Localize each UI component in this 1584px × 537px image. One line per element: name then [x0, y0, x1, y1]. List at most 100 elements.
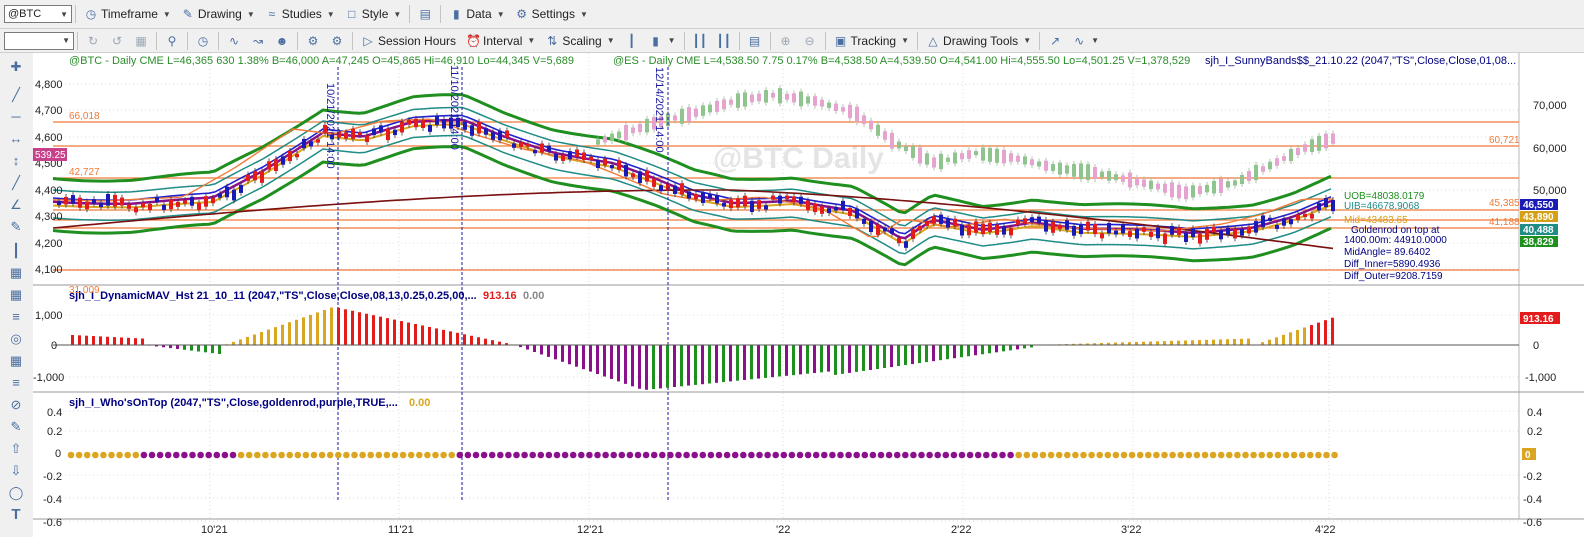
ray-tool-icon[interactable]: ─ [8, 109, 24, 125]
ohlc-icon: ┃ [627, 33, 636, 48]
symbol-input[interactable]: @BTC ▼ [4, 5, 72, 23]
line-tool-icon[interactable]: ╱ [8, 87, 24, 103]
histogram-bar [729, 345, 732, 382]
text-tool-icon[interactable]: T [8, 507, 24, 523]
separator [297, 31, 298, 50]
candle-body [715, 195, 719, 204]
candle-body [358, 132, 362, 136]
studies-menu[interactable]: ≈ Studies ▼ [260, 4, 340, 24]
wave-button[interactable]: ∿ [222, 31, 246, 51]
lines-tool-icon[interactable]: ≡ [8, 309, 24, 325]
who-dot [748, 451, 755, 459]
who-dot [181, 451, 188, 459]
candle-body [603, 158, 607, 166]
es-candle-body [827, 102, 831, 108]
chart-area[interactable]: @BTC Daily @BTC - Daily CME L=46,365 630… [33, 53, 1584, 537]
hist-title: sjh_I_DynamicMAV_Hst 21_10_11 (2047,"TS"… [69, 290, 477, 302]
layout-button[interactable]: ▤ [413, 4, 437, 24]
session-hours-button[interactable]: ▷ Session Hours [356, 31, 461, 51]
who-dot [837, 451, 844, 459]
gauge-icon: ◷ [197, 33, 209, 48]
pencil-tool-icon[interactable]: ✎ [8, 219, 24, 235]
who-dot [464, 451, 472, 459]
circle-tool-icon[interactable]: ◎ [8, 331, 24, 347]
es-candle-body [876, 124, 880, 136]
refresh-button[interactable]: ↻ [81, 31, 105, 51]
arrow-up-tool-icon[interactable]: ⇧ [8, 441, 24, 457]
zoom-button[interactable]: ⚲ [160, 31, 184, 51]
brush-tool-icon[interactable]: ✎ [8, 419, 24, 435]
grid-icon: ▦ [135, 33, 147, 48]
es-candle-body [1142, 179, 1146, 187]
es-candle-body [1282, 156, 1286, 161]
timeframe-menu[interactable]: ◷ Timeframe ▼ [79, 4, 176, 24]
grid-button[interactable]: ▦ [129, 31, 153, 51]
candle-body [1261, 215, 1265, 228]
histogram-bar [1275, 337, 1278, 345]
chevron-down-icon: ▼ [667, 36, 676, 45]
angle-tool-icon[interactable]: ∠ [8, 197, 24, 213]
right-axis-label: -1,000 [1525, 372, 1556, 384]
candle-body [1065, 220, 1069, 230]
candle-body [1212, 226, 1216, 233]
es-candle-body [743, 92, 747, 107]
histogram-bar [939, 345, 942, 361]
level-label-right: 60,721 [1489, 135, 1520, 146]
who-dot [877, 451, 885, 459]
grid-tool-icon[interactable]: ▦ [8, 265, 24, 281]
zoom-in-button[interactable]: ⊕ [774, 31, 798, 51]
who-dot [561, 451, 569, 459]
interval-menu[interactable]: ⏰ Interval ▼ [461, 31, 540, 51]
who-dot [488, 451, 496, 459]
channel-tool-icon[interactable]: ╱ [8, 175, 24, 191]
zoom-out-button[interactable]: ⊖ [798, 31, 822, 51]
interval-field[interactable]: ▼ [4, 31, 74, 50]
crosshair-icon[interactable]: ✚ [8, 59, 24, 75]
bar-style-button[interactable]: ┃ [620, 31, 644, 51]
drawing-menu[interactable]: ✎ Drawing ▼ [176, 4, 260, 24]
candle-body [470, 125, 474, 136]
bars-tool-icon[interactable]: ┃ [8, 243, 24, 259]
trendline-button[interactable]: ↗ [1043, 31, 1067, 51]
chevron-down-icon[interactable]: ▼ [60, 10, 68, 19]
window-button[interactable]: ▤ [743, 31, 767, 51]
zoom-out-time-button[interactable]: ┃┃ [712, 31, 736, 51]
undo-button[interactable]: ↺ [105, 31, 129, 51]
formatting-button[interactable]: ⚙ [301, 31, 325, 51]
candle-body [204, 196, 208, 207]
candle-body [1219, 230, 1223, 240]
properties-button[interactable]: ⚙ [325, 31, 349, 51]
gann-tool-icon[interactable]: ▦ [8, 353, 24, 369]
es-candle-body [764, 90, 768, 103]
style-menu[interactable]: □ Style ▼ [340, 4, 407, 24]
analysis-button[interactable]: ∿ ▼ [1067, 31, 1104, 51]
eraser-tool-icon[interactable]: ⊘ [8, 397, 24, 413]
fib-tool-icon[interactable]: ≡ [8, 375, 24, 391]
vertical-arrows-icon[interactable]: ↕ [8, 153, 24, 169]
tracking-menu[interactable]: ▣ Tracking ▼ [829, 31, 915, 51]
people-button[interactable]: ☻ [270, 31, 294, 51]
candle-body [792, 196, 796, 203]
zoom-in-time-button[interactable]: ┃┃ [688, 31, 712, 51]
chart-type-button[interactable]: ↝ [246, 31, 270, 51]
arrow-down-tool-icon[interactable]: ⇩ [8, 463, 24, 479]
data-menu[interactable]: ▮ Data ▼ [444, 4, 509, 24]
who-dot [164, 451, 172, 459]
histogram-bar [253, 334, 256, 345]
settings-menu[interactable]: ⚙ Settings ▼ [510, 4, 593, 24]
candle-style-button[interactable]: ▮ ▼ [644, 31, 681, 51]
who-dot [245, 451, 253, 459]
who-dot [1039, 451, 1047, 459]
candle-body [344, 132, 348, 139]
es-candle-body [708, 104, 712, 113]
drawing-tools-menu[interactable]: △ Drawing Tools ▼ [921, 31, 1036, 51]
separator [683, 31, 685, 50]
whos-on-top-dots [67, 451, 1338, 459]
horizontal-arrows-icon[interactable]: ↔ [8, 131, 24, 147]
chevron-down-icon[interactable]: ▼ [62, 36, 70, 45]
ellipse-tool-icon[interactable]: ◯ [8, 485, 24, 501]
table-tool-icon[interactable]: ▦ [8, 287, 24, 303]
histogram-bar [1247, 338, 1250, 345]
scaling-menu[interactable]: ⇅ Scaling ▼ [540, 31, 619, 51]
speed-button[interactable]: ◷ [191, 31, 215, 51]
